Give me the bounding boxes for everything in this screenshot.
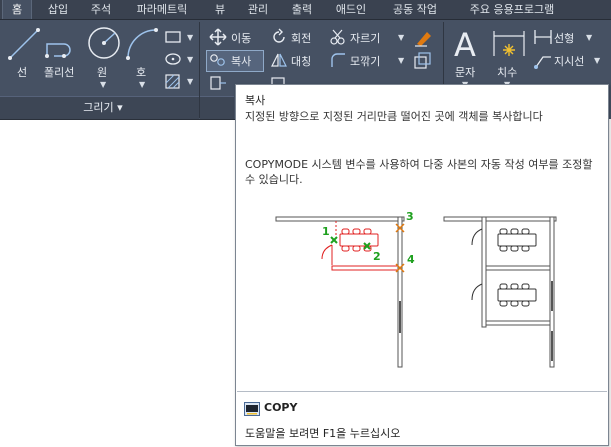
arc-button-label[interactable]: 호 xyxy=(136,64,146,80)
copy-button-label[interactable]: 복사 xyxy=(231,53,251,69)
rectangle-dropdown-icon[interactable]: ▼ xyxy=(187,33,193,42)
tooltip-divider xyxy=(237,391,607,392)
diagram-label-2: 2 xyxy=(373,250,381,263)
circle-button-label[interactable]: 원 xyxy=(97,64,107,80)
mirror-icon[interactable] xyxy=(270,51,288,73)
command-name: COPY xyxy=(264,401,298,414)
diagram-label-3: 3 xyxy=(406,210,414,223)
tooltip-extended-description: COPYMODE 시스템 변수를 사용하여 다중 사본의 자동 작성 여부를 조… xyxy=(245,158,593,186)
array-icon[interactable] xyxy=(413,51,433,75)
copy-icon[interactable] xyxy=(209,52,227,72)
tab-manage[interactable]: 관리 xyxy=(240,0,276,19)
ellipse-dropdown-icon[interactable]: ▼ xyxy=(187,55,193,64)
tab-home[interactable]: 홈 xyxy=(2,0,32,19)
leader-dropdown-icon[interactable]: ▼ xyxy=(594,56,600,65)
arc-dropdown-icon[interactable]: ▼ xyxy=(139,80,145,89)
tab-parametric[interactable]: 파라메트릭 xyxy=(128,0,196,19)
arc-icon[interactable] xyxy=(124,26,160,66)
draw-panel-title[interactable]: 그리기 ▾ xyxy=(58,99,148,115)
erase-icon[interactable] xyxy=(413,28,433,52)
fillet-button-label[interactable]: 모깎기 xyxy=(350,53,380,69)
linear-button-label[interactable]: 선형 xyxy=(554,30,574,46)
diagram-label-1: 1 xyxy=(322,225,330,238)
hatch-icon[interactable] xyxy=(164,73,186,95)
fillet-icon[interactable] xyxy=(329,51,347,73)
rotate-icon[interactable] xyxy=(270,28,288,50)
tab-annotate[interactable]: 주석 xyxy=(82,0,120,19)
circle-dropdown-icon[interactable]: ▼ xyxy=(100,80,106,89)
line-icon[interactable] xyxy=(6,26,42,66)
text-icon[interactable]: A xyxy=(451,26,483,66)
dimension-button-label[interactable]: 치수 xyxy=(497,64,517,80)
polyline-button-label[interactable]: 폴리선 xyxy=(44,64,74,80)
text-button-label[interactable]: 문자 xyxy=(455,64,475,80)
tab-collaborate[interactable]: 공동 작업 xyxy=(384,0,446,19)
tab-addins[interactable]: 애드인 xyxy=(327,0,375,19)
rotate-button-label[interactable]: 회전 xyxy=(291,30,311,46)
fillet-dropdown-icon[interactable]: ▼ xyxy=(398,56,404,65)
trim-dropdown-icon[interactable]: ▼ xyxy=(398,33,404,42)
linear-dropdown-icon[interactable]: ▼ xyxy=(586,33,592,42)
rectangle-icon[interactable] xyxy=(164,29,186,49)
tab-featured-apps[interactable]: 주요 응용프로그램 xyxy=(456,0,568,19)
hatch-dropdown-icon[interactable]: ▼ xyxy=(187,77,193,86)
svg-text:A: A xyxy=(454,26,476,62)
tab-insert[interactable]: 삽입 xyxy=(38,0,78,19)
ellipse-icon[interactable] xyxy=(164,51,186,71)
dimension-icon[interactable] xyxy=(491,26,527,66)
move-button-label[interactable]: 이동 xyxy=(231,30,251,46)
tooltip-description: 지정된 방향으로 지정된 거리만큼 떨어진 곳에 객체를 복사합니다 xyxy=(245,110,543,123)
move-icon[interactable] xyxy=(209,28,227,50)
copy-illustration: 1 2 3 4 xyxy=(236,201,606,375)
mirror-button-label[interactable]: 대칭 xyxy=(291,53,311,69)
trim-button-label[interactable]: 자르기 xyxy=(350,30,380,46)
ribbon-bottom-border xyxy=(0,119,235,120)
help-hint: 도움말을 보려면 F1을 누르십시오 xyxy=(245,427,401,440)
tab-view[interactable]: 뷰 xyxy=(206,0,234,19)
ribbon-tab-bar: 홈 삽입 주석 파라메트릭 뷰 관리 출력 애드인 공동 작업 주요 응용프로그… xyxy=(0,0,611,20)
modify-panel-footer[interactable] xyxy=(200,96,234,119)
line-button-label[interactable]: 선 xyxy=(17,64,27,80)
command-icon xyxy=(244,401,260,420)
stretch-icon[interactable] xyxy=(209,75,227,95)
leader-icon[interactable] xyxy=(533,51,553,73)
linear-icon[interactable] xyxy=(533,28,553,50)
polyline-icon[interactable] xyxy=(44,30,80,66)
copy-tooltip: 복사 지정된 방향으로 지정된 거리만큼 떨어진 곳에 객체를 복사합니다 CO… xyxy=(235,84,609,446)
tab-output[interactable]: 출력 xyxy=(284,0,320,19)
leader-button-label[interactable]: 지시선 xyxy=(554,53,584,69)
tooltip-title: 복사 xyxy=(245,94,266,107)
circle-icon[interactable] xyxy=(86,25,122,65)
diagram-label-4: 4 xyxy=(407,253,415,266)
trim-icon[interactable] xyxy=(329,28,347,50)
